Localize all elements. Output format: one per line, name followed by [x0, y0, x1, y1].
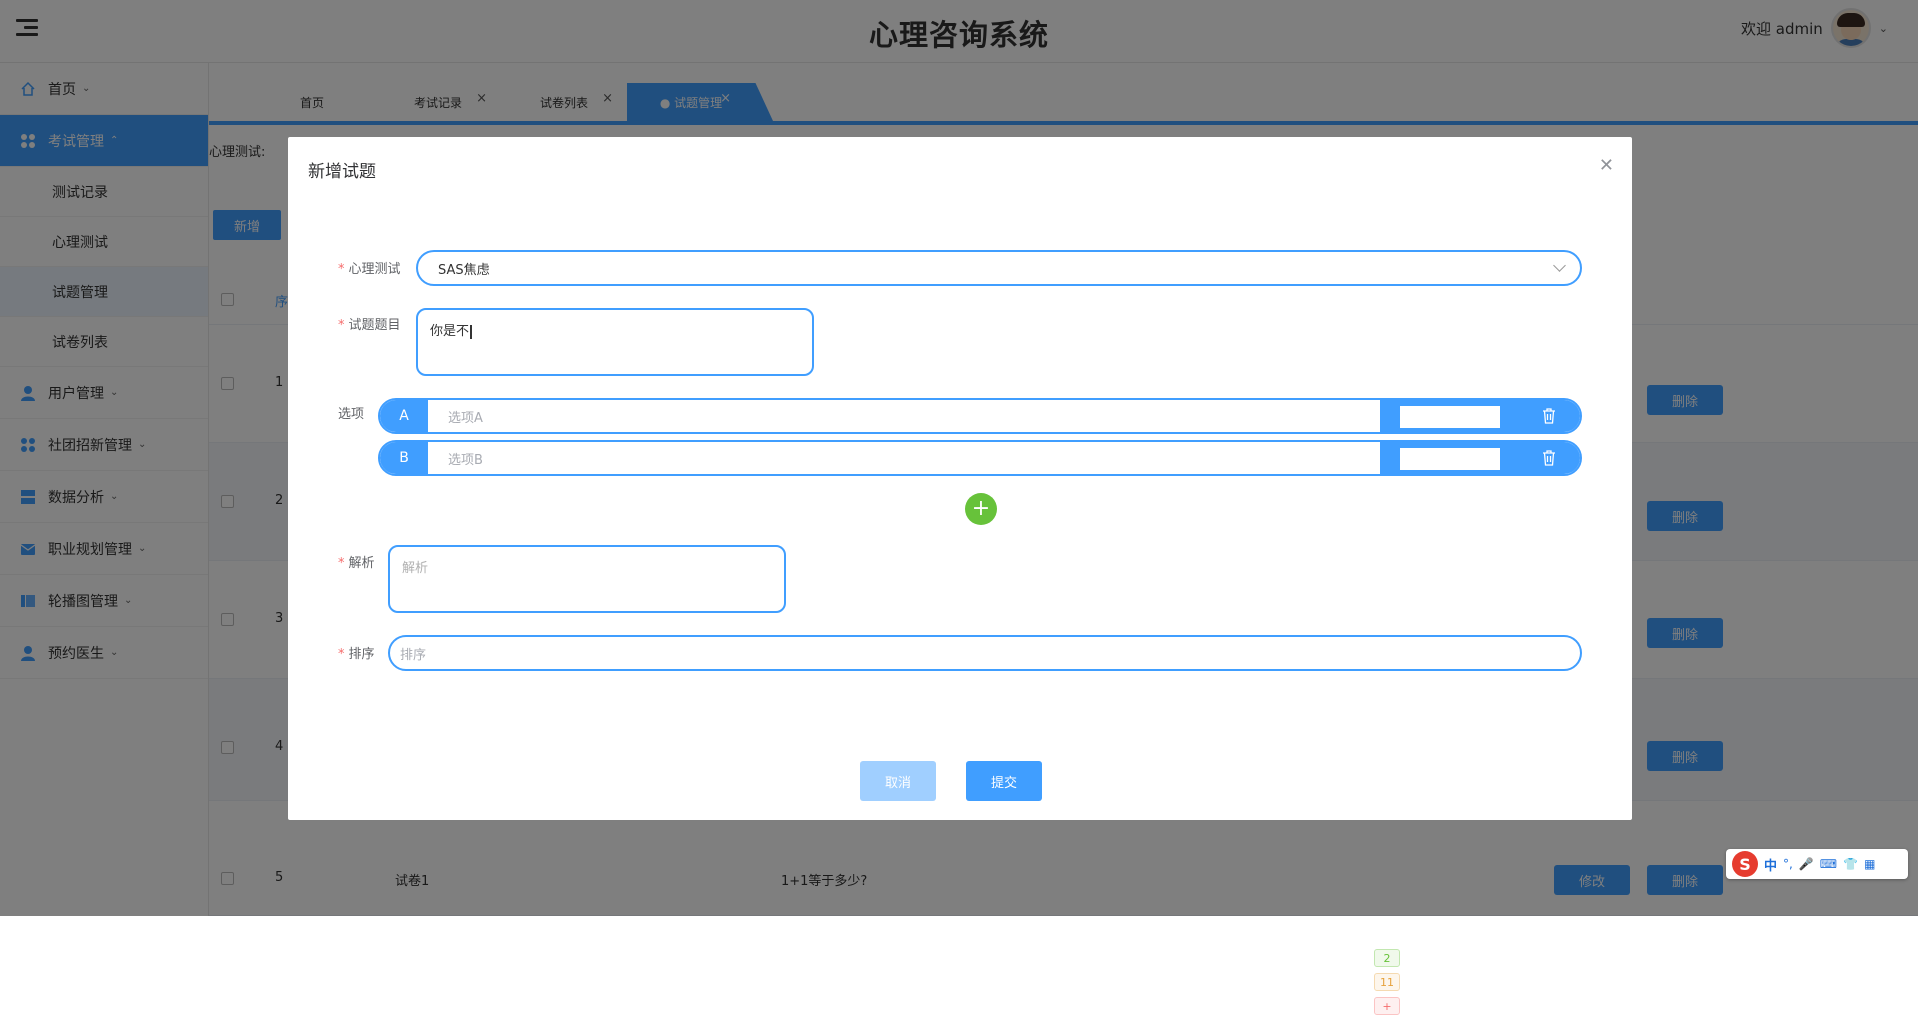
keyboard-icon[interactable]: ⌨ [1820, 857, 1837, 871]
analysis-textarea[interactable]: 解析 [388, 545, 786, 613]
question-textarea[interactable]: 你是不 [416, 308, 814, 376]
question-textarea-value: 你是不 [430, 324, 470, 339]
trash-icon[interactable] [1542, 449, 1556, 466]
test-select-value: SAS焦虑 [438, 262, 490, 278]
close-icon[interactable]: ✕ [1599, 155, 1614, 176]
option-letter: B [380, 442, 428, 474]
analysis-label: * 解析 [338, 556, 375, 571]
sort-input[interactable]: 排序 [388, 635, 1582, 671]
option-actions [1380, 442, 1580, 474]
dialog-title: 新增试题 [308, 162, 376, 182]
option-input[interactable]: 选项B [428, 449, 1380, 468]
option-row-b: B 选项B [378, 440, 1582, 476]
apps-grid-icon[interactable]: ▦ [1864, 857, 1875, 871]
test-select[interactable]: SAS焦虑 [416, 250, 1582, 286]
options-label: 选项 [338, 407, 365, 422]
text-cursor-icon [470, 324, 473, 339]
ime-toolbar: S 中 °, 🎤 ⌨ 👕 ▦ [1726, 849, 1908, 879]
add-question-dialog: 新增试题 ✕ * 心理测试 SAS焦虑 * 试题题目 你是不 选项 A 选项A B … [288, 137, 1632, 820]
skin-icon[interactable]: 👕 [1843, 857, 1858, 871]
option-score-input[interactable] [1400, 448, 1500, 470]
ime-mode-toggle[interactable]: 中 [1764, 855, 1777, 874]
add-option-icon[interactable]: + [965, 493, 997, 525]
option-row-a: A 选项A [378, 398, 1582, 434]
option-actions [1380, 400, 1580, 432]
option-chip: + [1374, 997, 1400, 1015]
cancel-button[interactable]: 取消 [860, 761, 936, 801]
option-input[interactable]: 选项A [428, 407, 1380, 426]
chevron-down-icon [1553, 259, 1566, 272]
option-letter: A [380, 400, 428, 432]
microphone-icon[interactable]: 🎤 [1799, 857, 1814, 871]
option-chip: 11 [1374, 973, 1400, 991]
trash-icon[interactable] [1542, 407, 1556, 424]
submit-button[interactable]: 提交 [966, 761, 1042, 801]
option-chip: 2 [1374, 949, 1400, 967]
option-score-input[interactable] [1400, 406, 1500, 428]
sort-label: * 排序 [338, 647, 375, 662]
question-label: * 试题题目 [338, 318, 401, 333]
sogou-logo-icon[interactable]: S [1732, 851, 1758, 877]
ime-punct-toggle[interactable]: °, [1783, 857, 1793, 871]
test-label: * 心理测试 [338, 262, 401, 277]
